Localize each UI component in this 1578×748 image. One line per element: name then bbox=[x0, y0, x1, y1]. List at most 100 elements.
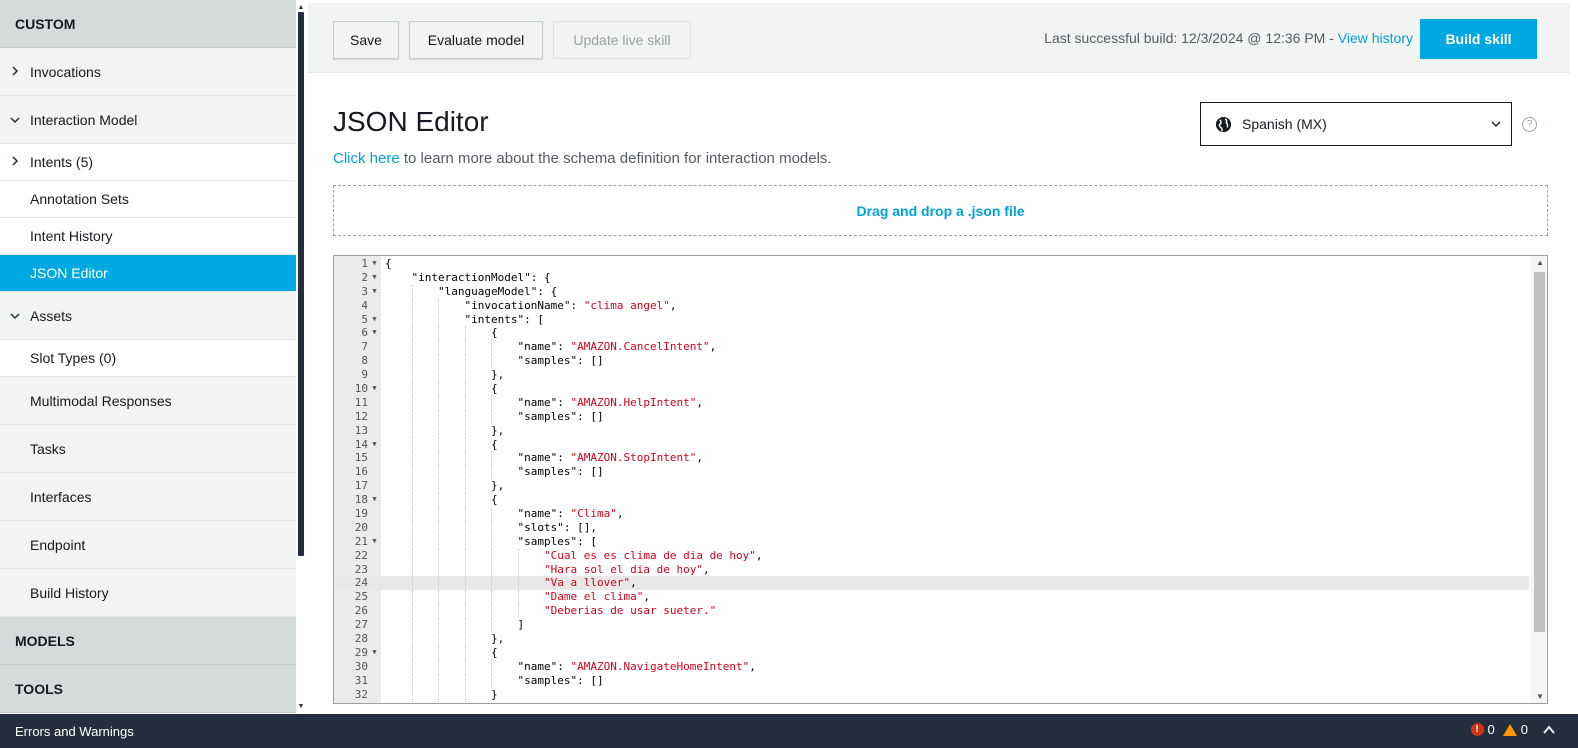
view-history-link[interactable]: View history bbox=[1338, 30, 1413, 46]
sidebar-item-json-editor[interactable]: JSON Editor bbox=[0, 255, 296, 292]
scroll-up-arrow-icon[interactable]: ▲ bbox=[1536, 258, 1544, 267]
sidebar-item-label: Tasks bbox=[30, 440, 66, 457]
evaluate-model-button[interactable]: Evaluate model bbox=[409, 21, 543, 59]
sidebar-item-annotation-sets[interactable]: Annotation Sets bbox=[0, 181, 296, 218]
code-line[interactable]: 5 ▼ "intents": [ bbox=[334, 312, 1529, 327]
code-line[interactable]: 14 ▼ { bbox=[334, 437, 1529, 452]
code-line[interactable]: 15 "name": "AMAZON.StopIntent", bbox=[334, 451, 1529, 466]
code-token: , bbox=[616, 507, 624, 521]
code-token: { bbox=[491, 645, 498, 659]
code-line[interactable]: 27] bbox=[334, 618, 1529, 633]
sidebar-item-multimodal-responses[interactable]: Multimodal Responses bbox=[0, 377, 296, 425]
fold-arrow-icon[interactable]: ▼ bbox=[368, 493, 381, 507]
fold-arrow-icon[interactable]: ▼ bbox=[368, 382, 381, 396]
code-line[interactable]: 30 "name": "AMAZON.NavigateHomeIntent", bbox=[334, 659, 1529, 674]
save-button[interactable]: Save bbox=[333, 21, 399, 59]
indent-guide bbox=[411, 493, 439, 508]
sidebar-item-interaction-model[interactable]: Interaction Model bbox=[0, 96, 296, 144]
code-string: "Hara sol el dia de hoy" bbox=[544, 562, 703, 576]
custom-section-header[interactable]: CUSTOM bbox=[0, 0, 296, 48]
fold-arrow-icon[interactable]: ▼ bbox=[368, 313, 381, 327]
sidebar-item-intents[interactable]: Intents (5) bbox=[0, 144, 296, 181]
sidebar-scrollbar-thumb[interactable] bbox=[298, 12, 304, 556]
error-warning-counts[interactable]: ! 0 0 bbox=[1470, 722, 1556, 737]
code-line[interactable]: 13}, bbox=[334, 423, 1529, 438]
code-line[interactable]: 29 ▼ { bbox=[334, 645, 1529, 660]
fold-arrow-icon[interactable]: ▼ bbox=[368, 271, 381, 285]
code-line[interactable]: 26 "Deberias de usar sueter." bbox=[334, 604, 1529, 619]
code-line[interactable]: 3 ▼ "languageModel": { bbox=[334, 284, 1529, 299]
code-line[interactable]: 32} bbox=[334, 687, 1529, 702]
sidebar-item-intent-history[interactable]: Intent History bbox=[0, 218, 296, 255]
code-line[interactable]: 31 "samples": [] bbox=[334, 673, 1529, 688]
code-line[interactable]: 18 ▼ { bbox=[334, 493, 1529, 508]
chevron-down-icon bbox=[1491, 121, 1501, 127]
sidebar-item-slot-types[interactable]: Slot Types (0) bbox=[0, 340, 296, 377]
code-line[interactable]: 6 ▼ { bbox=[334, 326, 1529, 341]
code-line[interactable]: 2 ▼ "interactionModel": { bbox=[334, 271, 1529, 285]
editor-scrollbar-thumb[interactable] bbox=[1534, 272, 1545, 632]
schema-help-link[interactable]: Click here bbox=[333, 150, 400, 167]
code-token: , bbox=[696, 451, 703, 465]
errors-warnings-bar[interactable]: Errors and Warnings ! 0 0 bbox=[0, 714, 1578, 748]
fold-arrow-icon[interactable]: ▼ bbox=[368, 257, 381, 271]
json-code-editor[interactable]: 1 ▼{2 ▼ "interactionModel": {3 ▼ "languageMod… bbox=[333, 255, 1548, 704]
code-line[interactable]: 12 "samples": [] bbox=[334, 409, 1529, 424]
code-line[interactable]: 22 "Cual es es clima de dia de hoy", bbox=[334, 548, 1529, 563]
sidebar-item-build-history[interactable]: Build History bbox=[0, 569, 296, 617]
fold-arrow-icon[interactable]: ▼ bbox=[368, 438, 381, 452]
fold-arrow-icon[interactable]: ▼ bbox=[368, 326, 381, 340]
scroll-down-arrow-icon[interactable]: ▼ bbox=[297, 703, 305, 711]
line-number: 13 bbox=[354, 423, 368, 437]
code-line[interactable]: 11 "name": "AMAZON.HelpIntent", bbox=[334, 395, 1529, 410]
indent-guide bbox=[385, 451, 412, 465]
code-line[interactable]: 23 "Hara sol el dia de hoy", bbox=[334, 562, 1529, 577]
indent-guide bbox=[411, 465, 439, 480]
code-line[interactable]: 19 "name": "Clima", bbox=[334, 507, 1529, 521]
chevron-up-icon[interactable] bbox=[1542, 723, 1556, 737]
indent-guide bbox=[438, 673, 465, 688]
code-line[interactable]: 17}, bbox=[334, 479, 1529, 494]
indent-guide bbox=[491, 507, 518, 521]
code-token: , bbox=[755, 548, 763, 562]
code-line[interactable]: 21 ▼ "samples": [ bbox=[334, 534, 1529, 549]
fold-arrow-icon[interactable]: ▼ bbox=[368, 285, 381, 299]
code-line[interactable]: 9}, bbox=[334, 368, 1529, 383]
fold-arrow-icon[interactable]: ▼ bbox=[368, 535, 381, 549]
code-line[interactable]: 10 ▼ { bbox=[334, 382, 1529, 396]
code-token: "samples": [] bbox=[517, 409, 604, 423]
code-line[interactable]: 1 ▼ { bbox=[334, 257, 1529, 271]
indent-guide bbox=[385, 674, 412, 688]
indent-guide bbox=[464, 340, 492, 355]
code-line[interactable]: 16 "samples": [] bbox=[334, 465, 1529, 480]
indent-guide bbox=[411, 326, 439, 341]
fold-arrow-icon[interactable]: ▼ bbox=[368, 646, 381, 660]
sidebar-item-interfaces[interactable]: Interfaces bbox=[0, 473, 296, 521]
indent-guide bbox=[385, 271, 412, 285]
locale-select[interactable]: Spanish (MX) bbox=[1200, 102, 1512, 146]
code-line[interactable]: 7 "name": "AMAZON.CancelIntent", bbox=[334, 340, 1529, 355]
sidebar-item-tasks[interactable]: Tasks bbox=[0, 425, 296, 473]
code-line[interactable]: 20 "slots": [], bbox=[334, 520, 1529, 535]
code-line[interactable]: 28}, bbox=[334, 632, 1529, 646]
sidebar-item-endpoint[interactable]: Endpoint bbox=[0, 521, 296, 569]
code-line[interactable]: 24 "Va a llover", bbox=[334, 576, 1529, 591]
scroll-down-arrow-icon[interactable]: ▼ bbox=[1536, 692, 1544, 701]
scroll-up-arrow-icon[interactable]: ▲ bbox=[297, 4, 305, 12]
indent-guide bbox=[464, 437, 492, 452]
code-line[interactable]: 4 "invocationName": "clima angel", bbox=[334, 298, 1529, 313]
help-icon[interactable]: ? bbox=[1522, 117, 1537, 132]
models-section-header[interactable]: MODELS bbox=[0, 617, 296, 665]
tools-section-header[interactable]: TOOLS bbox=[0, 665, 296, 713]
build-skill-button[interactable]: Build skill bbox=[1420, 19, 1537, 59]
sidebar-item-assets[interactable]: Assets bbox=[0, 292, 296, 340]
last-build-text: Last successful build: 12/3/2024 @ 12:36… bbox=[1044, 30, 1334, 46]
json-file-dropzone[interactable]: Drag and drop a .json file bbox=[333, 185, 1548, 236]
code-line[interactable]: 25 "Dame el clima", bbox=[334, 590, 1529, 605]
sidebar-item-invocations[interactable]: Invocations bbox=[0, 48, 296, 96]
indent-guide bbox=[438, 423, 465, 438]
indent-guide bbox=[411, 382, 439, 396]
indent-guide bbox=[411, 437, 439, 452]
code-line[interactable]: 8 "samples": [] bbox=[334, 354, 1529, 369]
